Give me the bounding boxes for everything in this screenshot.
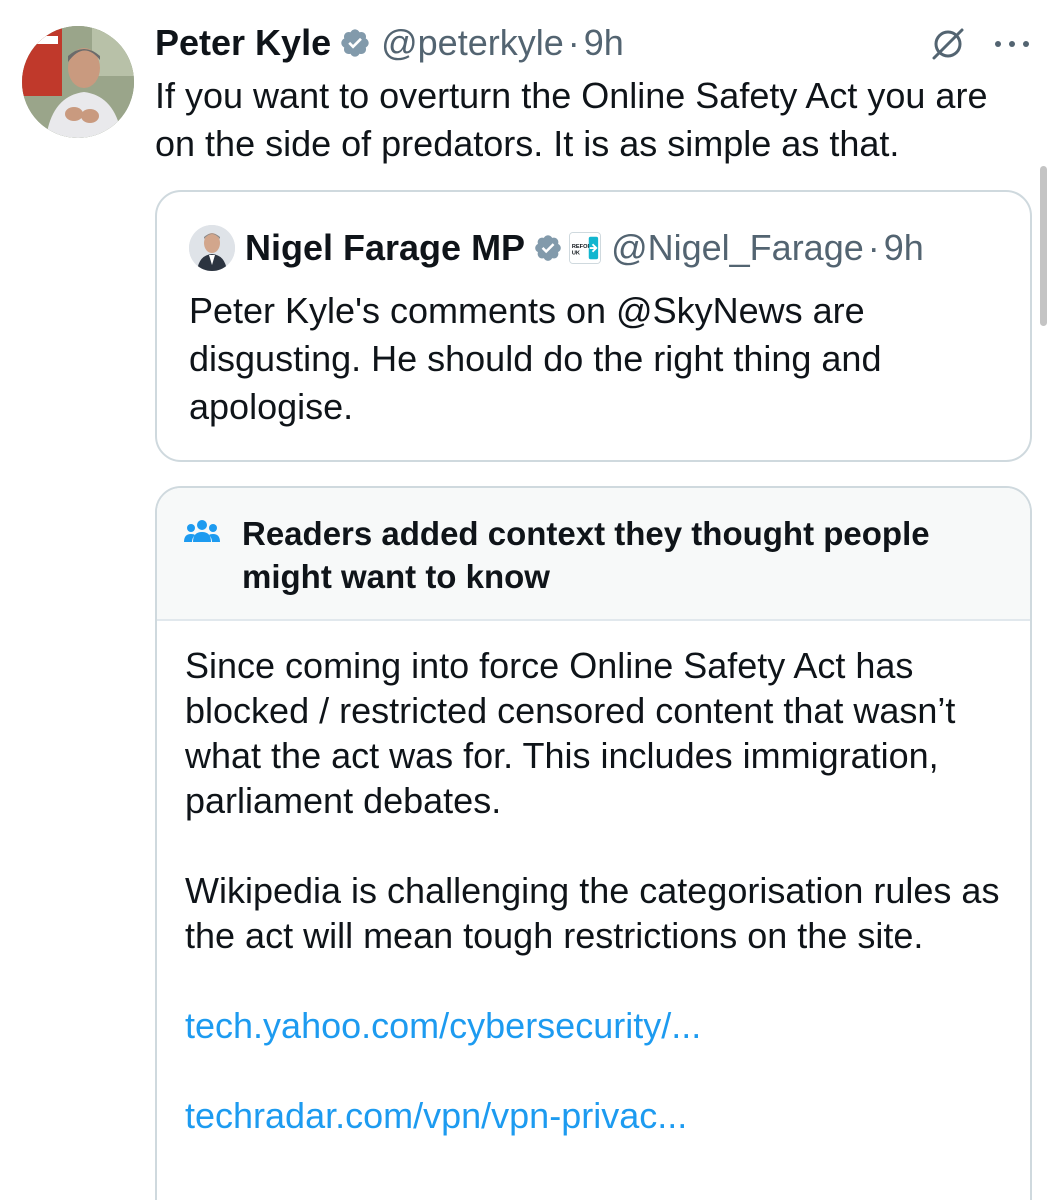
quoted-author-display-name: Nigel Farage MP — [245, 227, 526, 268]
svg-text:UK: UK — [572, 251, 580, 257]
scrollbar[interactable] — [1040, 166, 1047, 326]
quoted-author-handle: @Nigel_Farage — [611, 227, 864, 268]
community-note-body: Since coming into force Online Safety Ac… — [185, 643, 1015, 1183]
community-note-header: Readers added context they thought peopl… — [157, 488, 1030, 621]
author-handle[interactable]: @peterkyle — [381, 22, 564, 64]
community-note[interactable]: Readers added context they thought peopl… — [155, 486, 1032, 1200]
author-avatar[interactable] — [22, 26, 134, 138]
author-display-name[interactable]: Peter Kyle — [155, 22, 331, 64]
grok-icon[interactable] — [930, 26, 966, 62]
note-source-link[interactable]: techradar.com/vpn/vpn-privac... — [185, 1093, 1015, 1138]
separator-dot: · — [567, 22, 580, 63]
tweet[interactable]: Peter Kyle @peterkyle · 9h If you want t… — [0, 0, 1053, 1200]
tweet-timestamp[interactable]: 9h — [584, 22, 624, 64]
separator-dot: · — [867, 227, 880, 268]
reform-uk-affiliation-badge: REFORM UK — [569, 232, 602, 264]
people-icon — [184, 520, 220, 542]
tweet-header: Peter Kyle @peterkyle · 9h — [155, 18, 624, 68]
note-source-link[interactable]: tech.yahoo.com/cybersecurity/... — [185, 1003, 1015, 1048]
more-options-icon[interactable] — [992, 38, 1032, 50]
note-paragraph: Since coming into force Online Safety Ac… — [185, 645, 956, 821]
verified-badge-icon — [535, 235, 561, 261]
quoted-author-avatar — [189, 225, 235, 271]
note-paragraph: Wikipedia is challenging the categorisat… — [185, 870, 1000, 956]
quoted-tweet[interactable]: Nigel Farage MP REFORM UK @Nigel_Farage … — [155, 190, 1032, 462]
quoted-tweet-header: Nigel Farage MP REFORM UK @Nigel_Farage … — [189, 222, 924, 274]
quoted-tweet-timestamp: 9h — [883, 227, 924, 268]
community-note-title: Readers added context they thought peopl… — [242, 515, 930, 595]
verified-badge-icon — [341, 29, 369, 57]
quoted-tweet-text: Peter Kyle's comments on @SkyNews are di… — [189, 290, 882, 427]
tweet-text: If you want to overturn the Online Safet… — [155, 75, 988, 164]
